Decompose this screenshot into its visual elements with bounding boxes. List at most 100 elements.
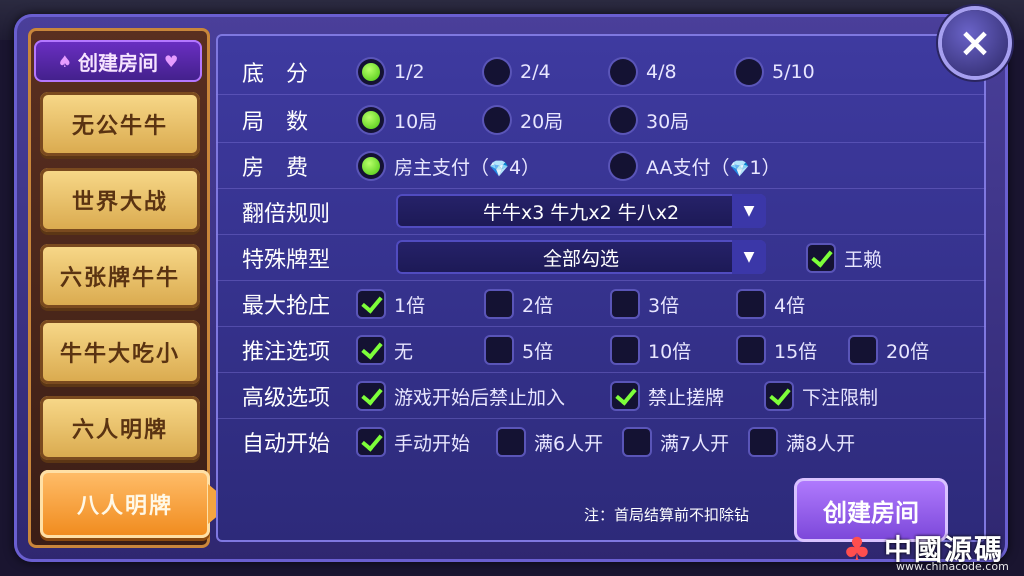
radio[interactable] bbox=[736, 59, 762, 85]
checkbox[interactable] bbox=[612, 291, 638, 317]
push-bet-option[interactable]: 无 bbox=[358, 336, 413, 364]
base-score-option[interactable]: 2/4 bbox=[484, 58, 551, 86]
option-label: 4/8 bbox=[646, 61, 677, 83]
radio-selected[interactable] bbox=[358, 107, 384, 133]
option-label: 30局 bbox=[646, 110, 690, 133]
row-double-rule: 翻倍规则 牛牛x3 牛九x2 牛八x2 ▼ bbox=[216, 188, 986, 235]
watermark-url: www.chinacode.com bbox=[896, 560, 1009, 573]
push-bet-option[interactable]: 10倍 bbox=[612, 336, 691, 364]
auto-start-option[interactable]: 手动开始 bbox=[358, 428, 470, 456]
push-bet-label: 推注选项 bbox=[242, 340, 331, 365]
tab-six-player-open[interactable]: 六人明牌 bbox=[40, 396, 200, 460]
rounds-option[interactable]: 30局 bbox=[610, 106, 689, 134]
checkbox-checked[interactable] bbox=[358, 429, 384, 455]
tab-eight-player-open[interactable]: 八人明牌 bbox=[40, 470, 232, 538]
checkbox[interactable] bbox=[612, 337, 638, 363]
max-banker-option[interactable]: 2倍 bbox=[486, 290, 553, 318]
option-label: 1倍 bbox=[394, 294, 426, 317]
tab-label: 牛牛大吃小 bbox=[59, 342, 180, 367]
chevron-down-icon[interactable]: ▼ bbox=[732, 240, 766, 274]
auto-start-label: 自动开始 bbox=[242, 432, 331, 457]
checkbox-checked[interactable] bbox=[358, 291, 384, 317]
row-advanced: 高级选项 游戏开始后禁止加入 禁止搓牌 下注限制 bbox=[216, 372, 986, 419]
checkbox[interactable] bbox=[486, 291, 512, 317]
option-label: 禁止搓牌 bbox=[648, 386, 725, 409]
tab-six-card-niuniu[interactable]: 六张牌牛牛 bbox=[40, 244, 200, 308]
option-label: 20局 bbox=[520, 110, 564, 133]
room-fee-option-owner[interactable]: 房主支付（💎4） bbox=[358, 152, 540, 180]
checkbox[interactable] bbox=[738, 291, 764, 317]
tab-wugong-niuniu[interactable]: 无公牛牛 bbox=[40, 92, 200, 156]
chevron-down-icon[interactable]: ▼ bbox=[732, 194, 766, 228]
watermark: ♣ 中國源碼 www.chinacode.com bbox=[836, 528, 1024, 576]
checkbox-checked[interactable] bbox=[766, 383, 792, 409]
base-score-option[interactable]: 1/2 bbox=[358, 58, 425, 86]
option-label: 1/2 bbox=[394, 61, 425, 83]
option-label: 无 bbox=[394, 340, 414, 363]
radio[interactable] bbox=[484, 59, 510, 85]
auto-start-option[interactable]: 满7人开 bbox=[624, 428, 729, 456]
base-score-option[interactable]: 4/8 bbox=[610, 58, 677, 86]
diamond-count: 4） bbox=[508, 156, 541, 179]
tab-world-war[interactable]: 世界大战 bbox=[40, 168, 200, 232]
option-label: 10倍 bbox=[648, 340, 692, 363]
option-label: 5/10 bbox=[772, 61, 815, 83]
rounds-label: 局数 bbox=[242, 110, 331, 135]
checkbox-checked[interactable] bbox=[808, 245, 834, 271]
row-auto-start: 自动开始 手动开始 满6人开 满7人开 满8人开 bbox=[216, 418, 986, 464]
tab-label: 六人明牌 bbox=[71, 418, 168, 443]
radio-selected[interactable] bbox=[358, 59, 384, 85]
checkbox-checked[interactable] bbox=[358, 337, 384, 363]
radio[interactable] bbox=[610, 153, 636, 179]
room-settings-panel: 底分 1/2 2/4 4/8 5/10 局数 10局 20局 30局 房费 房主… bbox=[216, 34, 986, 542]
push-bet-option[interactable]: 15倍 bbox=[738, 336, 817, 364]
option-label: 3倍 bbox=[648, 294, 680, 317]
checkbox[interactable] bbox=[850, 337, 876, 363]
close-button[interactable]: × bbox=[942, 10, 1008, 76]
option-label: 房主支付（ bbox=[394, 156, 490, 179]
checkbox[interactable] bbox=[498, 429, 524, 455]
option-label: 满7人开 bbox=[660, 432, 730, 455]
double-rule-select[interactable]: 牛牛x3 牛九x2 牛八x2 ▼ bbox=[396, 194, 766, 228]
radio[interactable] bbox=[484, 107, 510, 133]
checkbox[interactable] bbox=[486, 337, 512, 363]
option-label: 10局 bbox=[394, 110, 438, 133]
wild-joker-option[interactable]: 王赖 bbox=[808, 244, 882, 272]
checkbox[interactable] bbox=[624, 429, 650, 455]
auto-start-option[interactable]: 满6人开 bbox=[498, 428, 603, 456]
radio-selected[interactable] bbox=[358, 153, 384, 179]
sidebar-header: ♠ 创建房间 ♥ bbox=[34, 40, 202, 82]
max-banker-option[interactable]: 4倍 bbox=[738, 290, 805, 318]
checkbox-checked[interactable] bbox=[358, 383, 384, 409]
push-bet-option[interactable]: 20倍 bbox=[850, 336, 929, 364]
option-label: 2/4 bbox=[520, 61, 551, 83]
checkbox[interactable] bbox=[738, 337, 764, 363]
max-banker-option[interactable]: 1倍 bbox=[358, 290, 425, 318]
advanced-option[interactable]: 禁止搓牌 bbox=[612, 382, 724, 410]
create-room-label: 创建房间 bbox=[823, 498, 919, 527]
option-label: 4倍 bbox=[774, 294, 806, 317]
radio[interactable] bbox=[610, 59, 636, 85]
rounds-option[interactable]: 10局 bbox=[358, 106, 437, 134]
base-score-option[interactable]: 5/10 bbox=[736, 58, 815, 86]
room-fee-option-aa[interactable]: AA支付（💎1） bbox=[610, 152, 781, 180]
tab-niuniu-big-eats-small[interactable]: 牛牛大吃小 bbox=[40, 320, 200, 384]
special-cards-select[interactable]: 全部勾选 ▼ bbox=[396, 240, 766, 274]
row-max-banker: 最大抢庄 1倍 2倍 3倍 4倍 bbox=[216, 280, 986, 327]
checkbox[interactable] bbox=[750, 429, 776, 455]
checkbox-checked[interactable] bbox=[612, 383, 638, 409]
push-bet-option[interactable]: 5倍 bbox=[486, 336, 553, 364]
special-cards-label: 特殊牌型 bbox=[242, 248, 331, 273]
max-banker-option[interactable]: 3倍 bbox=[612, 290, 679, 318]
diamond-count: 1） bbox=[749, 156, 781, 179]
base-score-label: 底分 bbox=[242, 62, 331, 87]
sidebar-header-label: 创建房间 bbox=[78, 50, 158, 75]
radio[interactable] bbox=[610, 107, 636, 133]
tab-label: 世界大战 bbox=[71, 190, 168, 215]
rounds-option[interactable]: 20局 bbox=[484, 106, 563, 134]
advanced-option[interactable]: 下注限制 bbox=[766, 382, 878, 410]
select-value: 牛牛x3 牛九x2 牛八x2 bbox=[482, 201, 680, 224]
row-special-cards: 特殊牌型 全部勾选 ▼ 王赖 bbox=[216, 234, 986, 281]
auto-start-option[interactable]: 满8人开 bbox=[750, 428, 855, 456]
advanced-option[interactable]: 游戏开始后禁止加入 bbox=[358, 382, 565, 410]
